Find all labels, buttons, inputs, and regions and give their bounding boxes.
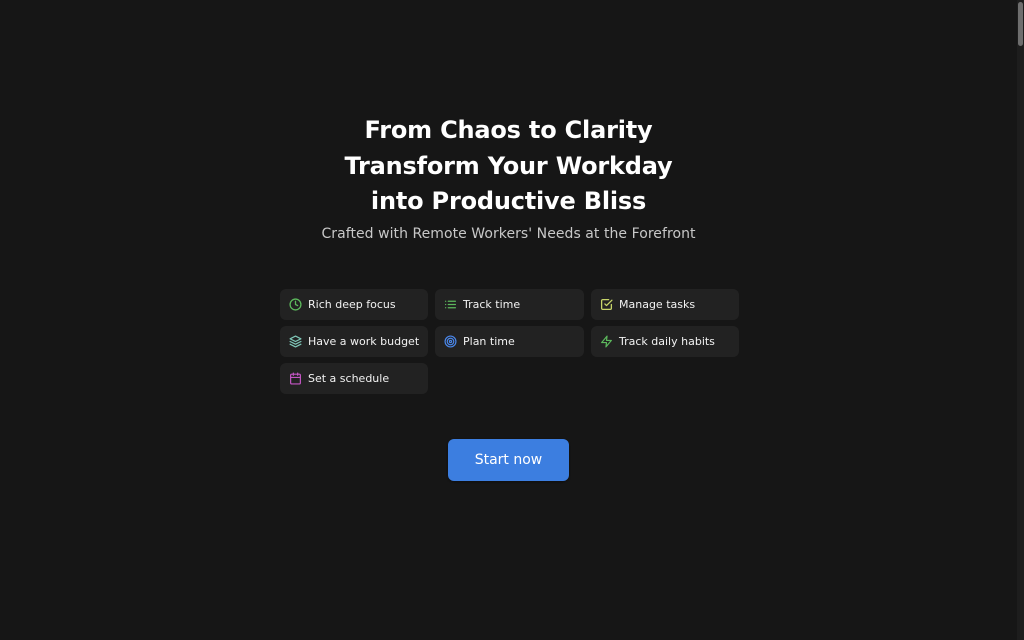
list-icon — [443, 298, 457, 312]
checkbox-icon — [599, 298, 613, 312]
clock-icon — [288, 298, 302, 312]
calendar-icon — [288, 372, 302, 386]
feature-manage-tasks: Manage tasks — [591, 289, 739, 320]
feature-label: Rich deep focus — [308, 298, 396, 311]
hero-title-line-1: From Chaos to Clarity — [364, 116, 653, 144]
feature-label: Plan time — [463, 335, 515, 348]
feature-track-daily-habits: Track daily habits — [591, 326, 739, 357]
scrollbar-thumb[interactable] — [1018, 2, 1023, 46]
feature-label: Manage tasks — [619, 298, 696, 311]
hero-title-line-2: Transform Your Workday — [344, 151, 673, 180]
feature-rich-deep-focus: Rich deep focus — [280, 289, 428, 320]
hero-title: From Chaos to Clarity Transform Your Wor… — [0, 113, 1017, 220]
target-icon — [443, 335, 457, 349]
lightning-icon — [599, 335, 613, 349]
feature-plan-time: Plan time — [435, 326, 584, 357]
feature-label: Set a schedule — [308, 372, 390, 385]
feature-label: Have a work budget — [308, 335, 420, 348]
feature-track-time: Track time — [435, 289, 584, 320]
hero-section: From Chaos to Clarity Transform Your Wor… — [0, 113, 1017, 242]
landing-page: From Chaos to Clarity Transform Your Wor… — [0, 0, 1024, 640]
hero-title-line-3: into Productive Bliss — [370, 187, 647, 215]
feature-label: Track time — [463, 298, 521, 311]
hero-subtitle: Crafted with Remote Workers' Needs at th… — [321, 225, 696, 242]
feature-work-budget: Have a work budget — [280, 326, 428, 357]
layers-icon — [288, 335, 302, 349]
feature-label: Track daily habits — [619, 335, 715, 348]
feature-set-schedule: Set a schedule — [280, 363, 428, 394]
start-now-button[interactable]: Start now — [448, 439, 569, 481]
feature-list: Rich deep focus Track time Manage tasks … — [280, 289, 739, 394]
scrollbar[interactable] — [1017, 0, 1024, 640]
